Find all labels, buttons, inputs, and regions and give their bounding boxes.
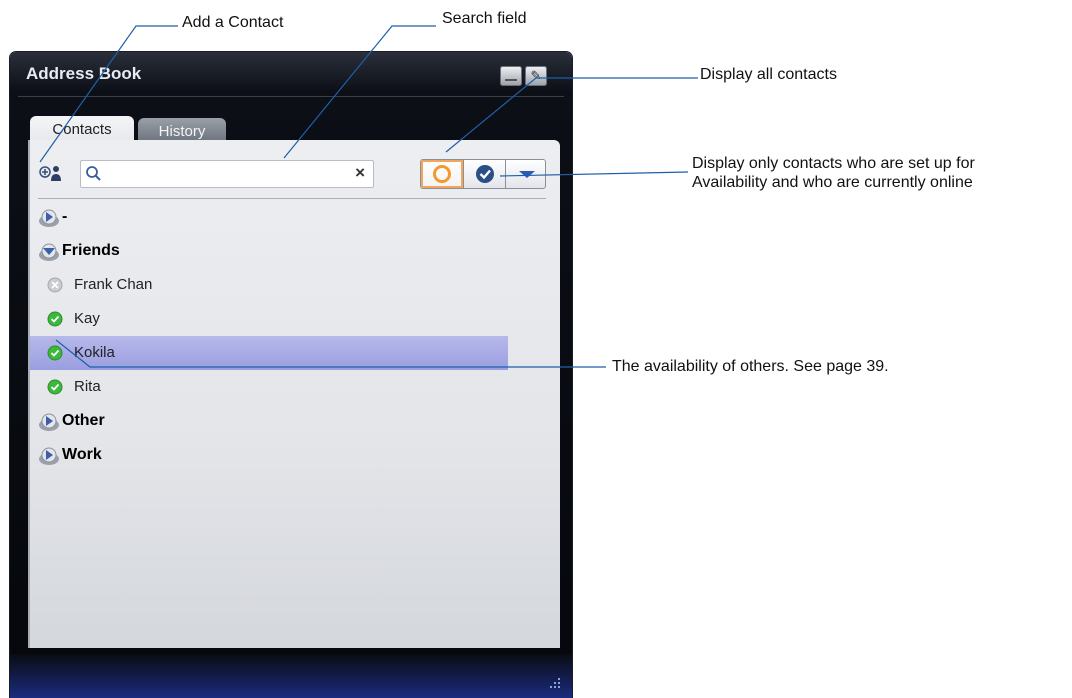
group-label: Work bbox=[62, 446, 102, 463]
callout-add-contact: Add a Contact bbox=[182, 14, 284, 31]
contact-filter-group bbox=[420, 159, 546, 189]
display-all-contacts-button[interactable] bbox=[421, 160, 463, 188]
contacts-panel: × - Friends Frank Chan Kay Kokila Rita O… bbox=[28, 140, 560, 648]
contact-row[interactable]: Kay bbox=[30, 302, 508, 336]
contact-name: Kokila bbox=[74, 344, 115, 361]
group-collapse-icon bbox=[39, 243, 59, 261]
display-online-contacts-button[interactable] bbox=[463, 160, 506, 188]
panel-divider bbox=[38, 198, 546, 199]
online-status-icon bbox=[47, 311, 63, 327]
tab-history[interactable]: History bbox=[138, 118, 226, 142]
callout-display-online-1: Display only contacts who are set up for bbox=[692, 155, 975, 172]
tab-contacts[interactable]: Contacts bbox=[30, 116, 134, 142]
resize-grip-icon[interactable] bbox=[548, 676, 562, 690]
address-book-window: Address Book ✎ Contacts History × - Frie… bbox=[10, 52, 572, 698]
callout-display-all: Display all contacts bbox=[700, 66, 837, 83]
orange-ring-icon bbox=[433, 165, 451, 183]
contact-name: Frank Chan bbox=[74, 276, 153, 293]
search-icon bbox=[86, 166, 101, 181]
group-expand-icon bbox=[39, 209, 59, 227]
window-footer bbox=[10, 654, 572, 698]
group-row-friends[interactable]: Friends bbox=[30, 234, 508, 268]
online-status-icon bbox=[47, 379, 63, 395]
callout-search-field: Search field bbox=[442, 10, 527, 27]
window-title: Address Book bbox=[26, 64, 142, 83]
add-contact-button[interactable] bbox=[39, 164, 63, 184]
offline-status-icon bbox=[47, 277, 63, 293]
contact-name: Kay bbox=[74, 310, 100, 327]
pencil-icon: ✎ bbox=[530, 68, 542, 83]
minimize-button[interactable] bbox=[500, 66, 522, 86]
contact-row-selected[interactable]: Kokila bbox=[30, 336, 508, 370]
blue-check-icon bbox=[476, 165, 494, 183]
dropdown-triangle-icon bbox=[519, 171, 535, 178]
title-divider bbox=[18, 96, 564, 97]
group-expand-icon bbox=[39, 413, 59, 431]
group-label: Other bbox=[62, 412, 105, 429]
group-label: Friends bbox=[62, 242, 120, 259]
group-row-work[interactable]: Work bbox=[30, 438, 508, 472]
group-expand-icon bbox=[39, 447, 59, 465]
group-row-other[interactable]: Other bbox=[30, 404, 508, 438]
search-field[interactable]: × bbox=[80, 160, 374, 188]
callout-display-online-2: Availability and who are currently onlin… bbox=[692, 174, 973, 191]
filter-dropdown-button[interactable] bbox=[505, 160, 545, 188]
add-contact-icon bbox=[39, 166, 61, 181]
clear-search-icon[interactable]: × bbox=[355, 163, 365, 183]
contact-row[interactable]: Rita bbox=[30, 370, 508, 404]
online-status-icon bbox=[47, 345, 63, 361]
contact-row[interactable]: Frank Chan bbox=[30, 268, 508, 302]
contact-name: Rita bbox=[74, 378, 101, 395]
group-row-ungrouped[interactable]: - bbox=[30, 200, 508, 234]
callout-availability: The availability of others. See page 39. bbox=[612, 358, 889, 375]
group-label: - bbox=[62, 208, 68, 225]
search-input[interactable] bbox=[109, 164, 339, 184]
edit-button[interactable]: ✎ bbox=[525, 66, 547, 86]
